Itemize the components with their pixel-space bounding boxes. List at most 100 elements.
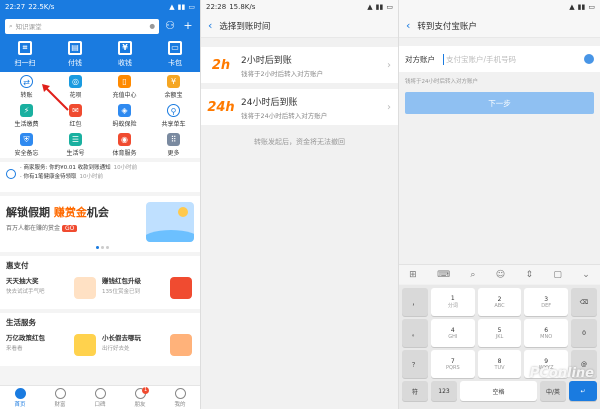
key[interactable]: 3 DEF	[524, 288, 569, 316]
key[interactable]: 7 PQRS	[431, 350, 475, 378]
section-life: 生活服务 万亿政策红包 来看看 小长假去哪玩 出行好去处	[0, 313, 200, 366]
back-icon[interactable]: ‹	[406, 19, 410, 32]
app-lifeno[interactable]: ☰ 生活号	[51, 133, 100, 158]
key[interactable]: 1 分词	[431, 288, 475, 316]
notification-list[interactable]: · 商家服务: 你的¥0.01 收款到账通知 10小时前 · 你有1笔健康金待领取…	[0, 162, 200, 192]
key[interactable]: 2 ABC	[477, 288, 522, 316]
tab-friends[interactable]: 朋友 1	[120, 386, 160, 409]
nav-header: ‹ 转到支付宝账户	[399, 14, 600, 38]
search-icon[interactable]: ⌕	[470, 270, 475, 280]
account-field[interactable]: 对方账户 支付宝账户/手机号码	[399, 46, 600, 72]
tab-koubei[interactable]: 口碑	[80, 386, 120, 409]
phone-icon: ▯	[118, 75, 131, 88]
app-huabei[interactable]: ◎ 花呗	[51, 75, 100, 100]
shield-icon: ⛨	[20, 133, 33, 146]
contacts-icon[interactable]	[584, 54, 594, 64]
section-pay: 惠支付 天天抽大奖 快去试试手气吧 赚钱红包升级 135位赏金已到	[0, 256, 200, 309]
app-utilities[interactable]: ⚡ 生活缴费	[2, 104, 51, 129]
status-bar: ▲ ▮▮ ▭	[399, 0, 600, 14]
page-title: 选择到账时间	[219, 21, 271, 32]
number-key[interactable]: 123	[431, 381, 457, 401]
gift-icon	[74, 277, 96, 299]
app-insurance[interactable]: ◈ 蚂蚁保险	[100, 104, 149, 129]
transfer-screen: ▲ ▮▮ ▭ ‹ 转到支付宝账户 对方账户 支付宝账户/手机号码 钱将于24小时后转…	[398, 0, 600, 409]
scan-button[interactable]: ⌗ 扫一扫	[0, 41, 50, 72]
receive-button[interactable]: ¥ 收钱	[100, 41, 150, 72]
wealth-icon	[54, 387, 66, 399]
backspace-key[interactable]: ⌫	[571, 288, 598, 316]
pay-code-icon: ▤	[68, 41, 82, 55]
back-icon[interactable]: ‹	[208, 19, 212, 32]
chevron-down-icon[interactable]: ⌄	[582, 270, 590, 280]
app-bike[interactable]: ⚲ 共享单车	[149, 104, 198, 129]
key-punct[interactable]: ，	[402, 288, 428, 316]
key[interactable]: 8 TUV	[477, 350, 522, 378]
pay-button[interactable]: ▤ 付钱	[50, 41, 100, 72]
insurance-icon: ◈	[118, 104, 131, 117]
tab-wealth[interactable]: 财富	[40, 386, 80, 409]
key-punct[interactable]: ？	[402, 350, 428, 378]
mic-icon[interactable]: ●	[149, 22, 155, 30]
card-redpacket-upgrade[interactable]: 赚钱红包升级 135位赏金已到	[102, 275, 194, 305]
card-policy[interactable]: 万亿政策红包 来看看	[6, 332, 98, 362]
chevron-right-icon: ›	[387, 59, 391, 71]
home-screen: 22:27 22.5K/s ▲ ▮▮ ▭ ⌕ 知识课堂 ● ⚇ + ⌗ 扫一扫 ▤ 付钱 …	[0, 0, 200, 409]
app-grid: ⇄ 转账 ◎ 花呗 ▯ 充值中心 ¥ 余额宝 ⚡ 生活缴费 ✉ 红包 ◈ 蚂蚁保险 ⚲ 共享单车…	[0, 72, 200, 158]
cursor-icon[interactable]: ⇕	[526, 270, 534, 280]
lifeno-icon: ☰	[69, 133, 82, 146]
keyboard-icon[interactable]: ⌨	[437, 270, 450, 280]
scan-icon: ⌗	[18, 41, 32, 55]
lang-key[interactable]: 中/英	[540, 381, 566, 401]
tab-home[interactable]: 首页	[0, 386, 40, 409]
arrival-tip: 钱将于24小时后转入对方账户	[405, 79, 478, 85]
app-recharge[interactable]: ▯ 充值中心	[100, 75, 149, 100]
user-icon	[174, 387, 186, 399]
field-label: 对方账户	[405, 54, 435, 64]
app-security[interactable]: ⛨ 安全备忘	[2, 133, 51, 158]
emoji-icon[interactable]: ☺	[496, 270, 505, 280]
option-2h[interactable]: 2h 2小时后到账 钱将于2小时后转入对方账户 ›	[201, 47, 398, 83]
list-item[interactable]: · 你有1笔健康金待领取 10小时前	[20, 173, 194, 182]
sports-icon: ◉	[118, 133, 131, 146]
next-button[interactable]: 下一步	[405, 92, 594, 114]
app-sports[interactable]: ◉ 体育服务	[100, 133, 149, 158]
clipboard-icon[interactable]: ▢	[553, 270, 562, 280]
contacts-icon[interactable]: ⚇	[163, 19, 177, 33]
status-speed: 22.5K/s	[28, 3, 55, 11]
app-transfer[interactable]: ⇄ 转账	[2, 75, 51, 100]
key[interactable]: 4 GHI	[431, 319, 475, 347]
key-zero[interactable]: 0	[571, 319, 598, 347]
key-punct[interactable]: 。	[402, 319, 428, 347]
keyboard-toolbar: ⊞ ⌨ ⌕ ☺ ⇕ ▢ ⌄	[399, 264, 600, 284]
list-item[interactable]: · 商家服务: 你的¥0.01 收款到账通知 10小时前	[20, 164, 194, 173]
add-icon[interactable]: +	[181, 19, 195, 33]
card-lottery[interactable]: 天天抽大奖 快去试试手气吧	[6, 275, 98, 305]
promo-banner[interactable]: 解锁假期 赚赏金机会 百万人都在赚的赏金 GO	[0, 196, 200, 252]
coin-icon	[74, 334, 96, 356]
tab-mine[interactable]: 我的	[160, 386, 200, 409]
search-input[interactable]: ⌕ 知识课堂 ●	[5, 18, 159, 34]
enter-key[interactable]: ↵	[569, 381, 597, 401]
option-24h[interactable]: 24h 24小时后到账 钱将于24小时后转入对方账户 ›	[201, 89, 398, 125]
card-button[interactable]: ▭ 卡包	[150, 41, 200, 72]
key[interactable]: 5 JKL	[477, 319, 522, 347]
promo-go-button[interactable]: GO	[62, 225, 78, 232]
account-input[interactable]: 支付宝账户/手机号码	[443, 53, 576, 65]
app-more[interactable]: ⠿ 更多	[149, 133, 198, 158]
keyboard: ， 1 分词 2 ABC 3 DEF ⌫ 。 4 GHI 5 JKL 6 MNO 0 ？ 7…	[399, 285, 600, 409]
key[interactable]: 6 MNO	[524, 319, 569, 347]
option-title: 24小时后到账	[241, 97, 298, 108]
section-title: 惠支付	[6, 261, 29, 270]
symbol-key[interactable]: 符	[402, 381, 428, 401]
status-bar: 22:28 15.8K/s ▲ ▮▮ ▭	[201, 0, 398, 14]
koubei-icon	[94, 387, 106, 399]
app-yuebao[interactable]: ¥ 余额宝	[149, 75, 198, 100]
clock-24h-icon: 24h	[207, 99, 235, 115]
space-key[interactable]: 空格	[460, 381, 537, 401]
card-holiday[interactable]: 小长假去哪玩 出行好去处	[102, 332, 194, 362]
option-title: 2小时后到账	[241, 55, 292, 66]
section-title: 生活服务	[6, 318, 36, 327]
app-redpacket[interactable]: ✉ 红包	[51, 104, 100, 129]
grid-icon[interactable]: ⊞	[409, 270, 417, 280]
friends-badge: 1	[142, 387, 150, 394]
